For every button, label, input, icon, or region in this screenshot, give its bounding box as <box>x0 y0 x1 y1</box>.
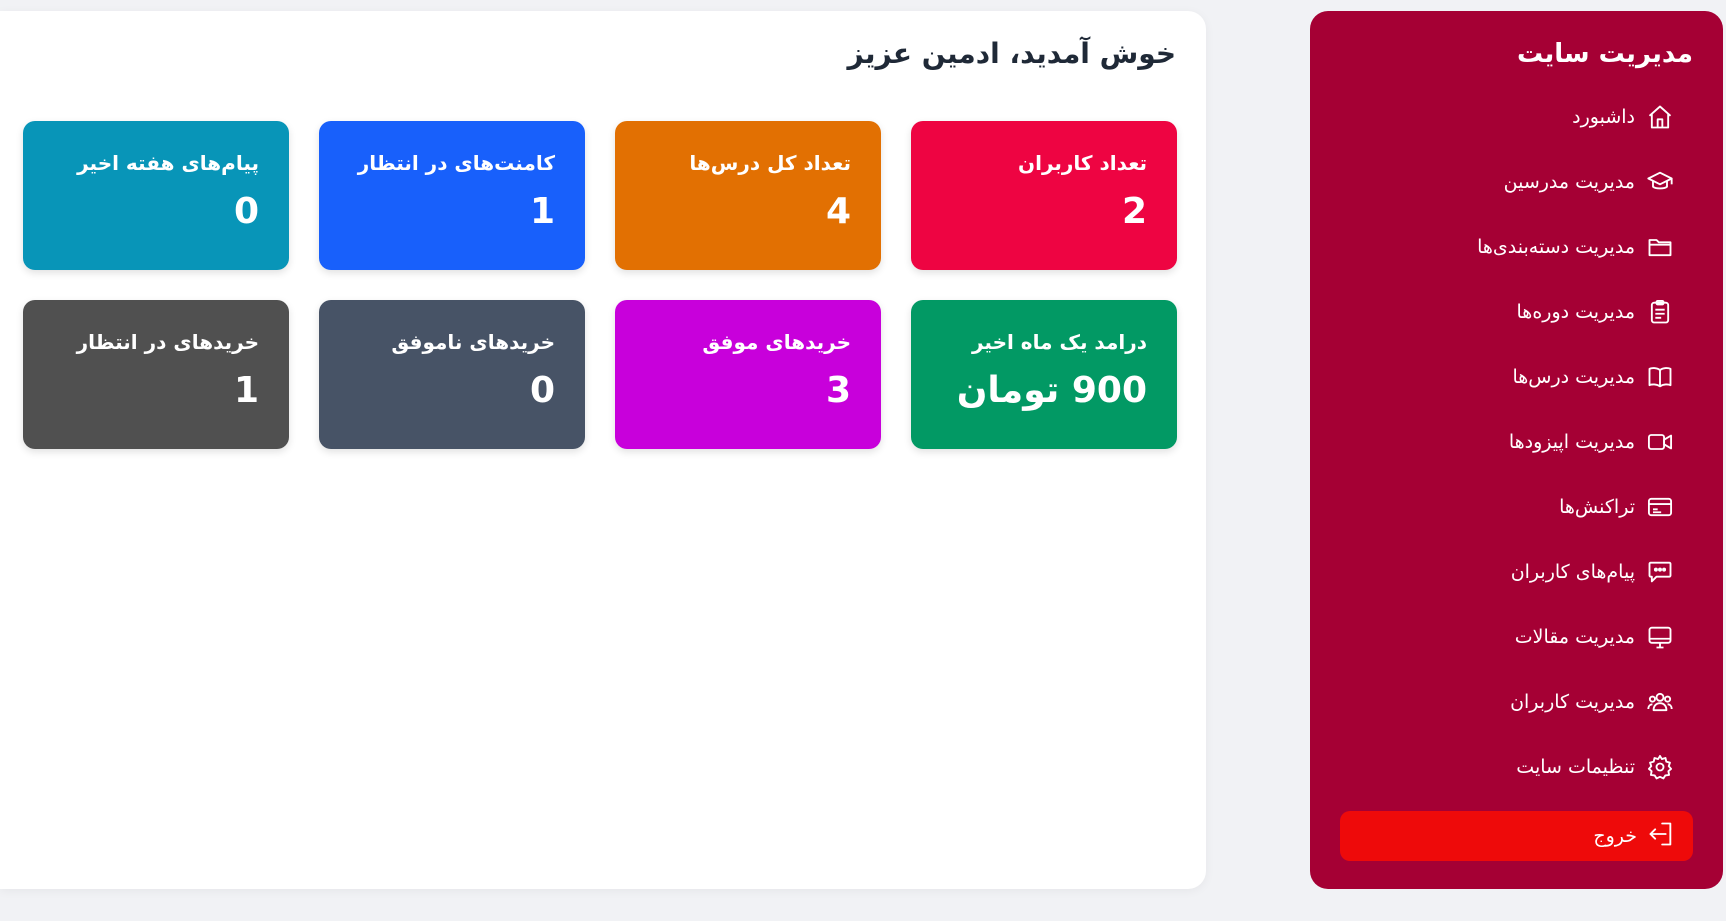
stat-card-title: درامد یک ماه اخیر <box>971 330 1147 354</box>
sidebar: مدیریت سایت داشبورد مدیریت مدرسین مدیریت… <box>1310 11 1723 889</box>
sidebar-item-episodes[interactable]: مدیریت اپیزودها <box>1509 422 1675 462</box>
monitor-icon <box>1645 622 1675 652</box>
sidebar-item-articles[interactable]: مدیریت مقالات <box>1515 617 1675 657</box>
stat-card-value: 1 <box>233 370 259 411</box>
sidebar-item-teachers[interactable]: مدیریت مدرسین <box>1504 162 1675 202</box>
book-icon <box>1645 362 1675 392</box>
stat-card-pending-purchases: خریدهای در انتظار 1 <box>23 300 289 449</box>
page-title: خوش آمدید، ادمین عزیز <box>847 37 1176 70</box>
sidebar-item-label: مدیریت مدرسین <box>1503 171 1635 193</box>
stat-card-weekly-messages: پیام‌های هفته اخیر 0 <box>23 121 289 270</box>
stat-card-value: 0 <box>529 370 555 411</box>
sidebar-item-users[interactable]: مدیریت کاربران <box>1510 682 1675 722</box>
sidebar-item-lessons[interactable]: مدیریت درس‌ها <box>1512 357 1675 397</box>
sidebar-item-settings[interactable]: تنظیمات سایت <box>1516 747 1675 787</box>
sidebar-item-label: پیام‌های کاربران <box>1510 561 1635 583</box>
sidebar-item-label: تنظیمات سایت <box>1516 756 1635 778</box>
stat-card-value: 0 <box>233 191 259 232</box>
stat-card-title: خریدهای ناموفق <box>391 330 555 354</box>
clipboard-icon <box>1645 297 1675 327</box>
folder-icon <box>1645 232 1675 262</box>
stat-card-lessons-count: تعداد کل درس‌ها 4 <box>615 121 881 270</box>
home-icon <box>1645 102 1675 132</box>
credit-card-icon <box>1645 492 1675 522</box>
stat-card-title: خریدهای در انتظار <box>76 330 259 354</box>
sidebar-item-label: مدیریت اپیزودها <box>1508 431 1635 453</box>
stat-card-failed-purchases: خریدهای ناموفق 0 <box>319 300 585 449</box>
stat-card-value: 900 تومان <box>956 370 1147 411</box>
stat-card-value: 1 <box>529 191 555 232</box>
stat-card-value: 2 <box>1121 191 1147 232</box>
sidebar-item-categories[interactable]: مدیریت دسته‌بندی‌ها <box>1477 227 1675 267</box>
sidebar-item-user-messages[interactable]: پیام‌های کاربران <box>1511 552 1675 592</box>
sidebar-item-courses[interactable]: مدیریت دوره‌ها <box>1517 292 1675 332</box>
stat-card-monthly-income: درامد یک ماه اخیر 900 تومان <box>911 300 1177 449</box>
users-icon <box>1645 687 1675 717</box>
sidebar-item-label: تراکنش‌ها <box>1559 496 1635 518</box>
main-panel: خوش آمدید، ادمین عزیز تعداد کاربران 2 تع… <box>0 11 1206 889</box>
stat-card-title: پیام‌های هفته اخیر <box>77 151 259 175</box>
logout-button[interactable]: خروج <box>1340 811 1693 861</box>
stat-card-users-count: تعداد کاربران 2 <box>911 121 1177 270</box>
chat-icon <box>1645 557 1675 587</box>
sidebar-item-label: مدیریت کاربران <box>1510 691 1635 713</box>
sidebar-item-label: داشبورد <box>1572 106 1635 128</box>
sidebar-item-label: مدیریت مقالات <box>1514 626 1635 648</box>
stat-card-value: 3 <box>825 370 851 411</box>
stat-card-pending-comments: کامنت‌های در انتظار 1 <box>319 121 585 270</box>
stat-card-value: 4 <box>825 191 851 232</box>
gear-icon <box>1645 752 1675 782</box>
stat-card-title: تعداد کل درس‌ها <box>689 151 851 175</box>
graduation-cap-icon <box>1645 167 1675 197</box>
logout-label: خروج <box>1593 825 1637 847</box>
sidebar-item-transactions[interactable]: تراکنش‌ها <box>1559 487 1675 527</box>
stat-card-successful-purchases: خریدهای موفق 3 <box>615 300 881 449</box>
sidebar-item-label: مدیریت درس‌ها <box>1512 366 1635 388</box>
video-icon <box>1645 427 1675 457</box>
stat-card-title: تعداد کاربران <box>1018 151 1147 175</box>
logout-icon <box>1647 820 1675 852</box>
sidebar-title: مدیریت سایت <box>1516 39 1693 69</box>
stat-card-title: خریدهای موفق <box>702 330 851 354</box>
sidebar-item-label: مدیریت دسته‌بندی‌ها <box>1477 236 1635 258</box>
sidebar-item-label: مدیریت دوره‌ها <box>1516 301 1635 323</box>
sidebar-item-dashboard[interactable]: داشبورد <box>1572 97 1675 137</box>
stat-card-title: کامنت‌های در انتظار <box>357 151 555 175</box>
